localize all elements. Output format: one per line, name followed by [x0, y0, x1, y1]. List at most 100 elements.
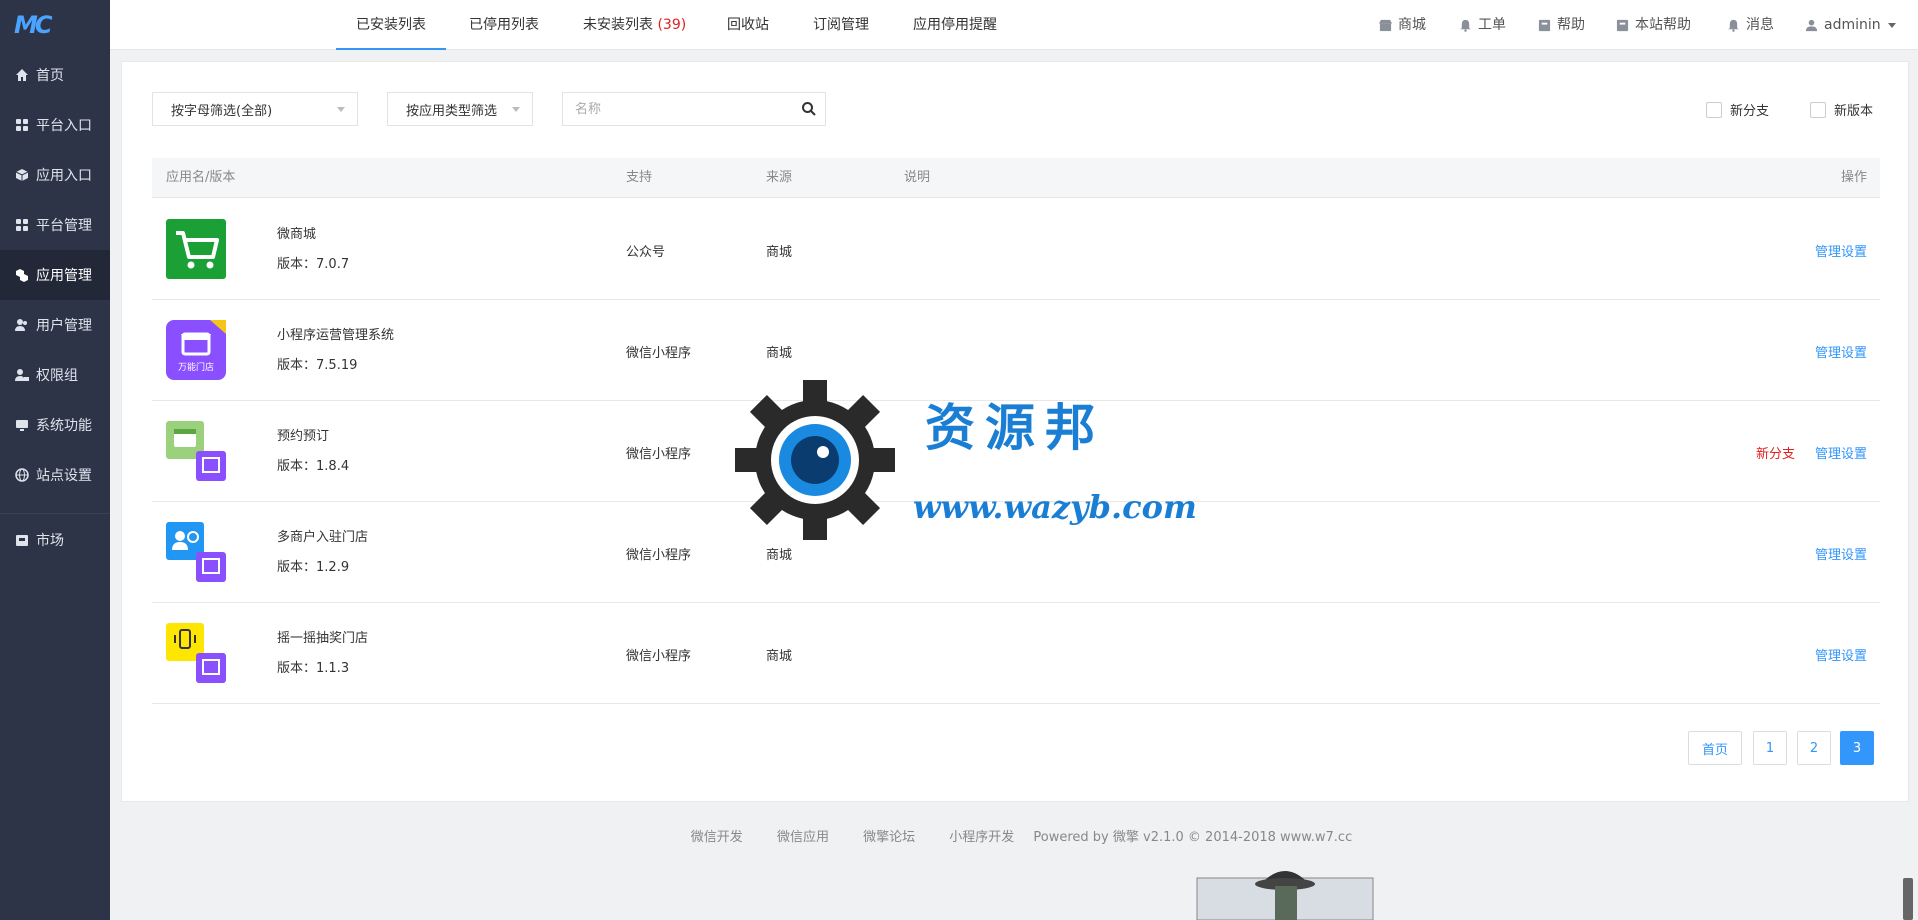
- footer-link[interactable]: 微信应用: [777, 830, 829, 845]
- grid-icon: [14, 217, 30, 233]
- chevron-down-icon: [1887, 22, 1896, 28]
- app-version: 版本：1.8.4: [277, 455, 349, 474]
- sidebar-item-label: 站点设置: [36, 468, 92, 484]
- nav-label: 消息: [1746, 17, 1774, 33]
- search-icon[interactable]: [801, 101, 817, 117]
- app-name: 多商户入驻门店: [277, 530, 369, 545]
- sidebar-item-app-manage[interactable]: 应用管理: [0, 250, 110, 300]
- checkbox-box[interactable]: [1706, 101, 1722, 118]
- app-version: 版本：1.1.3: [277, 657, 349, 676]
- tab-subscription[interactable]: 订阅管理: [793, 0, 889, 50]
- sidebar-item-platform-entry[interactable]: 平台入口: [0, 100, 110, 150]
- new-branch-checkbox[interactable]: 新分支: [1706, 100, 1769, 119]
- tab-disabled[interactable]: 已停用列表: [449, 0, 559, 50]
- page-2-button[interactable]: 2: [1797, 731, 1831, 765]
- version-prefix: 版本：: [277, 560, 317, 575]
- app-name: 小程序运营管理系统: [277, 328, 395, 343]
- store-app-icon: 万能门店: [166, 320, 226, 380]
- table-row: 微商城 版本：7.0.7 公众号 商城 管理设置: [152, 199, 1880, 300]
- footer: 微信开发 微信应用 微擎论坛 小程序开发 Powered by 微擎 v2.1.…: [110, 826, 1918, 845]
- app-support: 微信小程序: [626, 649, 692, 664]
- app-source: 商城: [766, 346, 793, 361]
- nav-help[interactable]: 帮助: [1537, 0, 1585, 50]
- sidebar-item-label: 首页: [36, 68, 64, 84]
- app-support: 公众号: [626, 245, 666, 260]
- tab-disable-reminder[interactable]: 应用停用提醒: [893, 0, 1017, 50]
- table-header: 应用名/版本 支持 来源 说明 操作: [152, 158, 1880, 198]
- sidebar-item-market[interactable]: 市场: [0, 515, 110, 565]
- sidebar-item-permission[interactable]: 权限组: [0, 350, 110, 400]
- manage-settings-link[interactable]: 管理设置: [1815, 241, 1867, 260]
- logo[interactable]: MC: [0, 0, 110, 50]
- version-number: 7.5.19: [316, 358, 358, 373]
- footer-link[interactable]: 微擎论坛: [863, 830, 915, 845]
- chevron-down-icon: [337, 107, 345, 112]
- store-icon: [1378, 18, 1392, 32]
- cubes-icon: [14, 267, 30, 283]
- page-1-button[interactable]: 1: [1753, 731, 1787, 765]
- app-name: 摇一摇抽奖门店: [277, 631, 369, 646]
- sidebar-item-label: 市场: [36, 533, 64, 549]
- checkbox-box[interactable]: [1810, 101, 1826, 118]
- checkbox-label: 新版本: [1834, 104, 1874, 119]
- page-3-button[interactable]: 3: [1840, 731, 1874, 765]
- sidebar-item-site-settings[interactable]: 站点设置: [0, 450, 110, 500]
- sidebar-item-system[interactable]: 系统功能: [0, 400, 110, 450]
- manage-settings-link[interactable]: 管理设置: [1815, 443, 1867, 462]
- nav-ticket[interactable]: 工单: [1458, 0, 1506, 50]
- nav-site-help[interactable]: 本站帮助: [1615, 0, 1691, 50]
- header-description: 说明: [904, 170, 931, 185]
- tab-not-installed[interactable]: 未安装列表 (39): [563, 0, 706, 50]
- nav-store[interactable]: 商城: [1378, 0, 1426, 50]
- new-branch-badge: 新分支: [1755, 447, 1795, 462]
- nav-label: 本站帮助: [1635, 17, 1691, 33]
- sidebar-item-label: 应用管理: [36, 268, 92, 284]
- monitor-icon: [14, 417, 30, 433]
- type-filter-select[interactable]: 按应用类型筛选: [387, 92, 533, 126]
- scrollbar-thumb[interactable]: [1903, 878, 1913, 920]
- version-number: 7.0.7: [316, 257, 350, 272]
- page-first-button[interactable]: 首页: [1688, 731, 1742, 765]
- search-input[interactable]: [575, 101, 775, 117]
- tab-label: 已安装列表: [356, 17, 426, 33]
- footer-link[interactable]: 微信开发: [691, 830, 743, 845]
- app-source: 商城: [766, 649, 793, 664]
- tab-label: 订阅管理: [813, 17, 869, 33]
- help-icon: [1615, 18, 1629, 32]
- tab-recycle-bin[interactable]: 回收站: [707, 0, 789, 50]
- user-icon: [1804, 18, 1818, 32]
- chevron-down-icon: [512, 107, 520, 112]
- sidebar-item-app-entry[interactable]: 应用入口: [0, 150, 110, 200]
- sidebar-divider: [0, 500, 110, 514]
- version-number: 1.1.3: [316, 661, 350, 676]
- letter-filter-select[interactable]: 按字母筛选(全部): [152, 92, 358, 126]
- user-lock-icon: [14, 367, 30, 383]
- footer-link[interactable]: 小程序开发: [949, 830, 1014, 845]
- filter-label: 按应用类型筛选: [406, 103, 498, 119]
- shake-icon: [166, 623, 226, 683]
- app-support: 微信小程序: [626, 548, 692, 563]
- sidebar-item-platform-manage[interactable]: 平台管理: [0, 200, 110, 250]
- sidebar: MC 首页 平台入口 应用入口 平台管理 应用管理 用户管理 权限组 系统功能 …: [0, 0, 110, 920]
- manage-settings-link[interactable]: 管理设置: [1815, 544, 1867, 563]
- store-icon: [14, 532, 30, 548]
- footer-copyright: Powered by 微擎 v2.1.0 © 2014-2018 www.w7.…: [1033, 830, 1353, 845]
- manage-settings-link[interactable]: 管理设置: [1815, 645, 1867, 664]
- sidebar-item-home[interactable]: 首页: [0, 50, 110, 100]
- manage-settings-link[interactable]: 管理设置: [1815, 342, 1867, 361]
- tab-label: 未安装列表: [583, 17, 653, 33]
- app-version: 版本：7.0.7: [277, 253, 349, 272]
- nav-user-menu[interactable]: adminin: [1804, 0, 1896, 50]
- watermark: 资源邦 www.wazyb.com: [735, 380, 1197, 540]
- sidebar-item-user-manage[interactable]: 用户管理: [0, 300, 110, 350]
- header-name: 应用名/版本: [166, 170, 236, 185]
- help-icon: [1537, 18, 1551, 32]
- nav-label: 商城: [1398, 17, 1426, 33]
- header-action: 操作: [1840, 170, 1867, 185]
- nav-messages[interactable]: 消息: [1726, 0, 1774, 50]
- tab-installed[interactable]: 已安装列表: [336, 0, 446, 50]
- globe-icon: [14, 467, 30, 483]
- new-version-checkbox[interactable]: 新版本: [1810, 100, 1873, 119]
- sidebar-item-label: 平台管理: [36, 218, 92, 234]
- version-number: 1.2.9: [316, 560, 350, 575]
